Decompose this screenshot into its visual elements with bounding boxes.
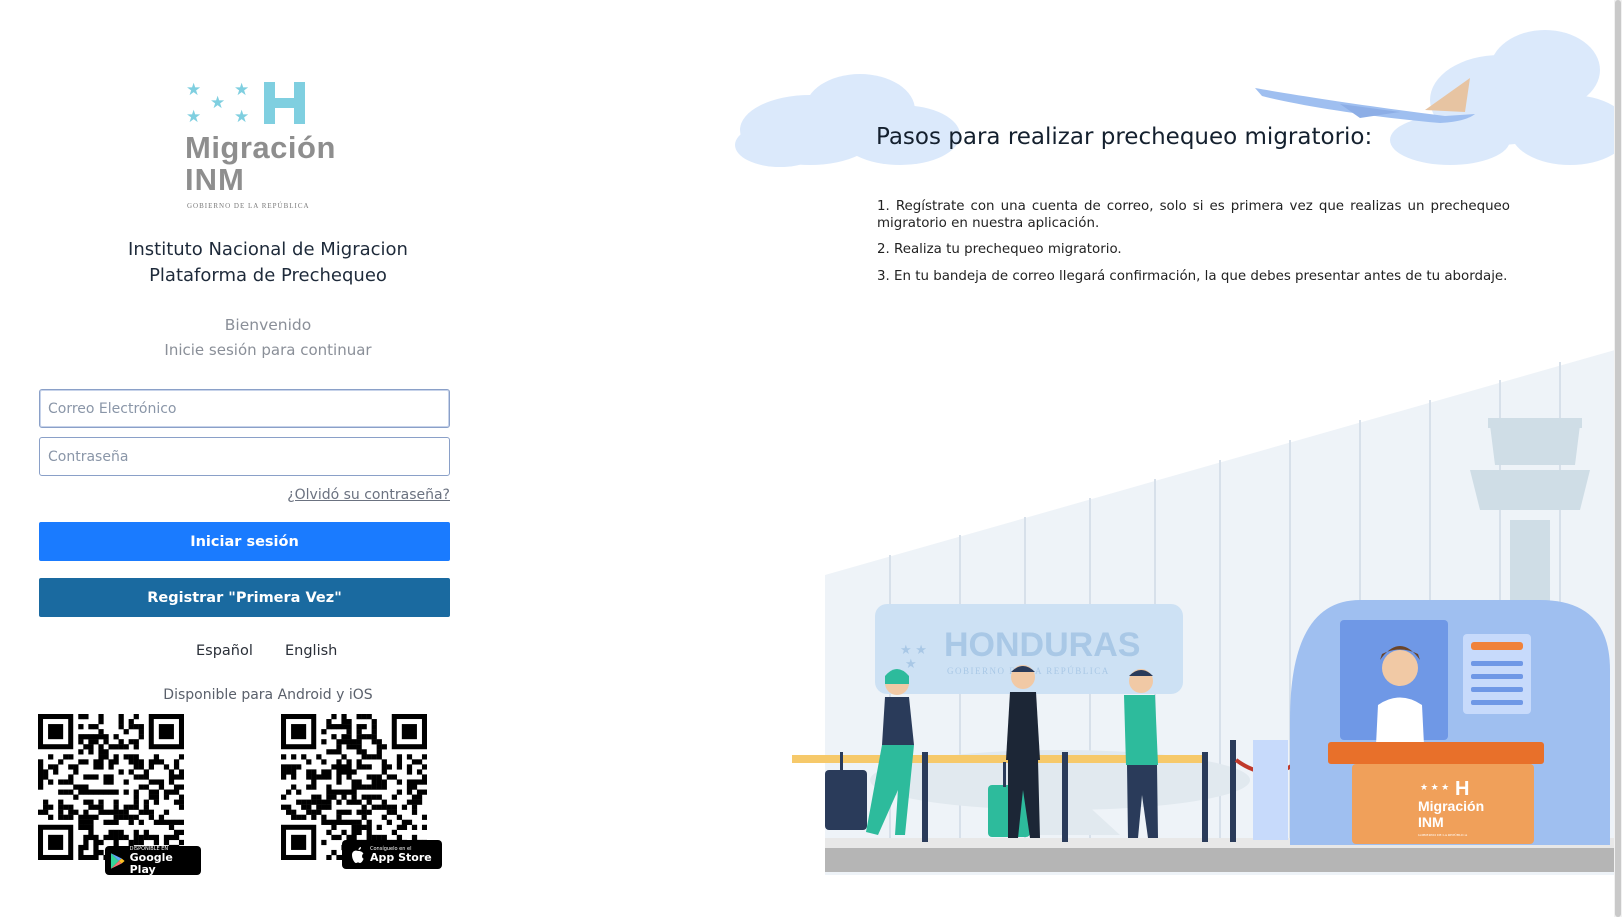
svg-text:H: H	[1455, 778, 1469, 800]
page-scrollbar[interactable]	[1614, 0, 1622, 917]
banner-title: HONDURAS	[944, 626, 1140, 664]
svg-text:★: ★	[905, 656, 917, 671]
scrollbar-thumb[interactable]	[1615, 0, 1621, 917]
svg-text:★ ★ ★: ★ ★ ★	[1420, 782, 1449, 792]
step-item-3: 3. En tu bandeja de correo llegará confi…	[877, 269, 1508, 284]
step-item-2: 2. Realiza tu prechequeo migratorio.	[877, 242, 1122, 257]
booth-logo-sub: GOBIERNO DE LA REPÚBLICA	[1418, 832, 1468, 837]
steps-title: Pasos para realizar prechequeo migratori…	[876, 124, 1373, 150]
immigration-booth: ★ ★ ★ H Migración INM GOBIERNO DE LA REP…	[1253, 600, 1610, 845]
booth-logo-line1: Migración	[1418, 798, 1484, 814]
booth-logo-line2: INM	[1418, 814, 1444, 830]
svg-text:★ ★: ★ ★	[900, 642, 927, 657]
step-item-1: 1. Regístrate con una cuenta de correo, …	[877, 199, 1510, 231]
airport-illustration: ★ ★ ★ HONDURAS GOBIERNO DE LA REPÚBLICA	[735, 30, 1622, 875]
